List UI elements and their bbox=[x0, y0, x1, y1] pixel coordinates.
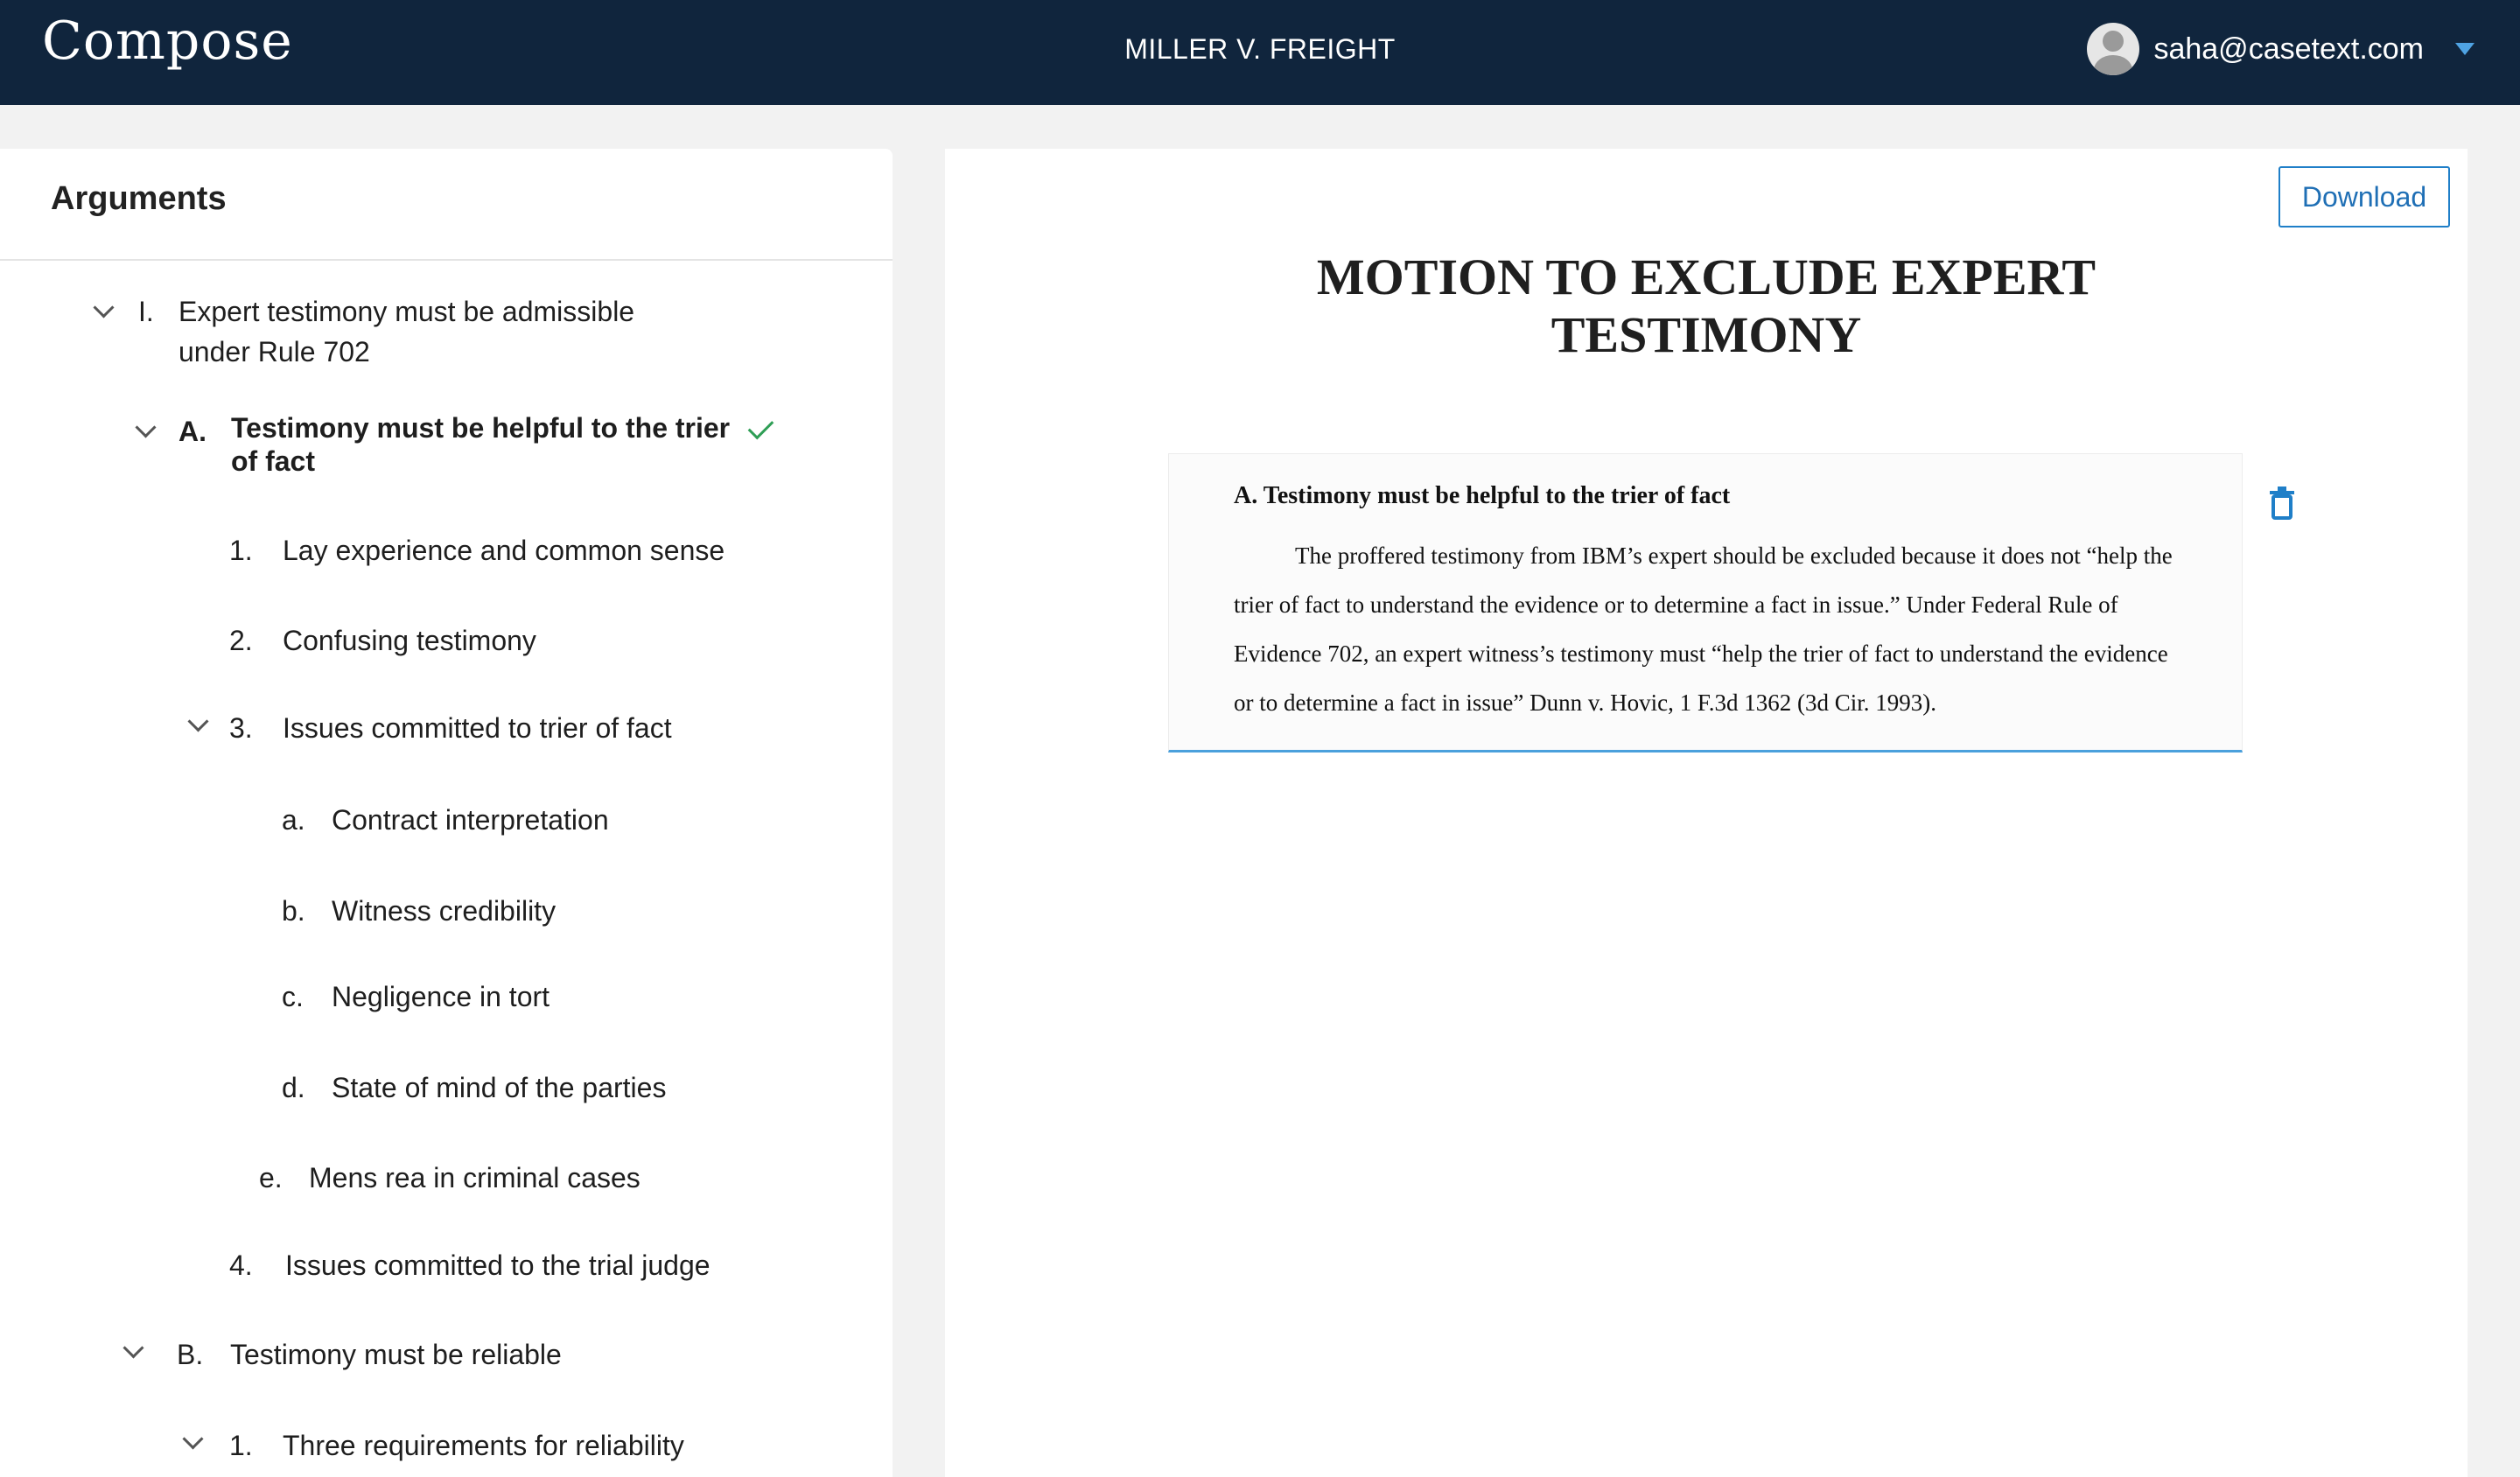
top-bar: Compose MILLER V. FREIGHT saha@casetext.… bbox=[0, 0, 2520, 105]
outline-marker: 2. bbox=[229, 625, 253, 656]
section-heading: A. Testimony must be helpful to the trie… bbox=[1234, 482, 1731, 509]
arguments-header: Arguments bbox=[0, 149, 892, 261]
document-title-line: TESTIMONY bbox=[1550, 306, 1862, 363]
chevron-down-icon[interactable] bbox=[187, 710, 209, 732]
user-menu[interactable]: saha@casetext.com bbox=[2087, 21, 2474, 77]
outline-item-issues-trier[interactable]: Issues committed to trier of fact bbox=[283, 708, 672, 748]
check-icon bbox=[747, 413, 774, 440]
outline-marker: d. bbox=[282, 1072, 305, 1103]
outline-marker: I. bbox=[138, 296, 154, 327]
outline-label-line: Testimony must be helpful to the trier bbox=[231, 412, 731, 444]
document-title-line: MOTION TO EXCLUDE EXPERT bbox=[1316, 248, 2096, 305]
outline-marker: b. bbox=[282, 895, 305, 927]
outline-label-line: Expert testimony must be admissible bbox=[178, 296, 635, 327]
document-section-card[interactable]: A. Testimony must be helpful to the trie… bbox=[1168, 453, 2243, 752]
user-email[interactable]: saha@casetext.com bbox=[2153, 32, 2424, 66]
outline-item-mens-rea[interactable]: Mens rea in criminal cases bbox=[309, 1158, 640, 1198]
outline-item-a[interactable]: Testimony must be helpful to the trier o… bbox=[231, 411, 730, 478]
caret-down-icon[interactable] bbox=[2455, 43, 2474, 55]
trash-icon[interactable] bbox=[2266, 485, 2298, 520]
user-avatar-icon[interactable] bbox=[2087, 23, 2140, 75]
chevron-down-icon[interactable] bbox=[93, 297, 115, 318]
outline-item-confusing-testimony[interactable]: Confusing testimony bbox=[283, 620, 536, 661]
outline-item-state-of-mind[interactable]: State of mind of the parties bbox=[332, 1068, 666, 1108]
outline-marker: 3. bbox=[229, 712, 253, 744]
outline-marker: A. bbox=[178, 416, 206, 447]
chevron-down-icon[interactable] bbox=[122, 1337, 144, 1359]
section-body[interactable]: The proffered testimony from IBM’s exper… bbox=[1234, 531, 2179, 727]
outline-item-witness[interactable]: Witness credibility bbox=[332, 891, 556, 931]
outline-item-reliability-requirements[interactable]: Three requirements for reliability bbox=[283, 1425, 684, 1466]
outline-label-i[interactable]: Expert testimony must be admissible unde… bbox=[178, 291, 634, 372]
outline-marker: c. bbox=[282, 981, 304, 1012]
document-panel: Download MOTION TO EXCLUDE EXPERT TESTIM… bbox=[945, 149, 2468, 1477]
chevron-down-icon[interactable] bbox=[135, 416, 157, 438]
document-title: MOTION TO EXCLUDE EXPERT TESTIMONY bbox=[945, 248, 2468, 364]
outline-item-reliable[interactable]: Testimony must be reliable bbox=[230, 1334, 562, 1375]
outline-marker: e. bbox=[259, 1162, 283, 1194]
outline-label-line: under Rule 702 bbox=[178, 336, 370, 368]
outline-item-negligence[interactable]: Negligence in tort bbox=[332, 976, 550, 1017]
outline-marker: 1. bbox=[229, 1430, 253, 1461]
outline-item-i[interactable]: I. bbox=[138, 291, 154, 332]
outline-marker: a. bbox=[282, 804, 305, 836]
outline-item-contract[interactable]: Contract interpretation bbox=[332, 800, 609, 840]
outline-item-trial-judge[interactable]: Issues committed to the trial judge bbox=[285, 1245, 710, 1285]
outline-marker: B. bbox=[177, 1339, 204, 1370]
outline-item-lay-experience[interactable]: Lay experience and common sense bbox=[283, 530, 724, 570]
chevron-down-icon[interactable] bbox=[182, 1428, 204, 1450]
arguments-panel: Arguments I. Expert testimony must be ad… bbox=[0, 149, 892, 1477]
outline-label-line: of fact bbox=[231, 445, 315, 477]
download-button[interactable]: Download bbox=[2278, 166, 2450, 228]
arguments-title: Arguments bbox=[51, 180, 227, 217]
outline-marker: 4. bbox=[229, 1250, 253, 1281]
outline-marker: 1. bbox=[229, 535, 253, 566]
